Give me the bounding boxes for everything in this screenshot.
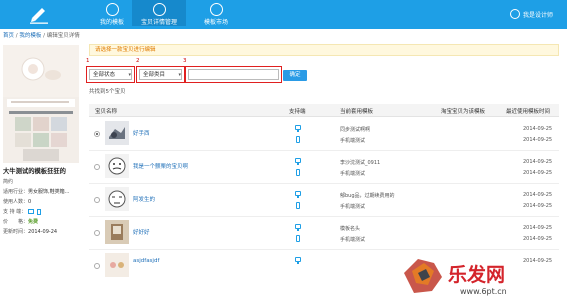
pc-template-name: 郁bug品，过期续费用的 xyxy=(340,193,395,199)
template-style: 简约 xyxy=(3,179,14,185)
chevron-down-icon: ▾ xyxy=(128,72,131,78)
price-free: 免费 xyxy=(28,219,39,225)
user-name: 我是设计师 xyxy=(522,11,553,19)
notice-bar: 请选择一款宝贝进行编辑 xyxy=(89,44,559,56)
status-select-value: 全部状态 xyxy=(89,69,132,80)
grid-icon xyxy=(105,3,119,16)
mobile-icon xyxy=(37,208,42,215)
annotation-number: 3 xyxy=(183,58,187,64)
column-header: 淘宝宝贝为该模板 xyxy=(441,109,486,115)
search-input-value[interactable] xyxy=(188,69,279,80)
row-radio[interactable] xyxy=(94,197,100,203)
mobile-icon xyxy=(296,136,300,143)
breadcrumb-current: 编辑宝贝详情 xyxy=(46,33,80,39)
user-menu[interactable]: 我是设计师 xyxy=(509,9,553,19)
column-header: 宝贝名称 xyxy=(95,109,118,115)
mobile-template-name: 手机端测试 xyxy=(340,171,366,177)
chevron-down-icon: ▾ xyxy=(178,72,181,78)
product-image xyxy=(105,154,129,178)
column-header: 当前套用模板 xyxy=(340,109,374,115)
confirm-button[interactable]: 确定 xyxy=(283,70,307,81)
last-used-date: 2014-09-25 xyxy=(523,192,553,198)
result-count: 共找到5个宝贝 xyxy=(89,89,126,95)
watermark-url: www.6pt.cn xyxy=(460,287,507,296)
row-radio[interactable] xyxy=(94,131,100,137)
nav-item-detail-management[interactable]: 宝贝详情管理 xyxy=(132,0,186,26)
nav-label: 宝贝详情管理 xyxy=(140,19,177,26)
breadcrumb-home[interactable]: 首页 xyxy=(3,33,14,39)
nav-label: 模板市场 xyxy=(203,19,228,26)
template-preview-image xyxy=(3,45,79,163)
last-used-date: 2014-09-25 xyxy=(523,159,553,165)
nav-label: 我的模板 xyxy=(99,19,124,26)
product-image xyxy=(105,253,129,277)
product-name-link[interactable]: 我是一个颤栗的宝贝啊 xyxy=(133,162,188,170)
list-icon xyxy=(152,3,166,16)
pc-template-name: 模板名头 xyxy=(340,226,361,232)
row-radio[interactable] xyxy=(94,164,100,170)
market-icon xyxy=(209,3,223,16)
mobile-icon xyxy=(296,235,300,242)
table-row[interactable]: 好好好 模板名头 手机端测试 2014-09-25 2014-09-25 xyxy=(89,217,559,250)
product-name-link[interactable]: 好好好 xyxy=(133,228,150,236)
table-row[interactable]: 好手西 同步测试啊啊 手机端测试 2014-09-25 2014-09-25 xyxy=(89,118,559,151)
watermark-logo: 乐发网 www.6pt.cn xyxy=(398,253,567,297)
template-industry: 适用行业：男女服饰,鞋类箱... xyxy=(3,189,70,195)
desktop-icon xyxy=(295,158,301,165)
breadcrumb-separator: / xyxy=(43,33,45,39)
template-user-count: 使用人数：0 xyxy=(3,199,32,205)
desktop-icon xyxy=(27,209,34,214)
product-name-link[interactable]: 阿发生的 xyxy=(133,195,155,203)
breadcrumb-separator: / xyxy=(15,33,18,39)
desktop-icon xyxy=(295,125,301,132)
last-used-date: 2014-09-25 xyxy=(523,126,553,132)
category-select[interactable]: 全部类目 ▾ xyxy=(136,66,185,83)
table-header: 宝贝名称 支持端 当前套用模板 淘宝宝贝为该模板 最近使用模板时间 xyxy=(89,104,559,117)
template-supported-devices: 支 持 端： xyxy=(3,208,42,215)
mobile-template-name: 手机端测试 xyxy=(340,237,366,243)
pc-template-name: 同步测试啊啊 xyxy=(340,127,371,133)
last-used-date: 2014-09-25 xyxy=(523,236,553,242)
breadcrumb: 首页 / 我的模板 / 编辑宝贝详情 xyxy=(3,31,80,39)
product-image xyxy=(105,220,129,244)
template-sidebar: 大牛测试的模板狂狂的 简约 适用行业：男女服饰,鞋类箱... 使用人数：0 支 … xyxy=(0,42,82,297)
template-price: 价 格：免费 xyxy=(3,219,39,225)
category-select-value: 全部类目 xyxy=(139,69,182,80)
pencil-logo-icon[interactable] xyxy=(28,4,50,24)
row-radio[interactable] xyxy=(94,230,100,236)
desktop-icon xyxy=(295,191,301,198)
template-updated: 更新时间：2014-09-24 xyxy=(3,229,58,235)
status-select[interactable]: 全部状态 ▾ xyxy=(86,66,135,83)
last-used-date: 2014-09-25 xyxy=(523,137,553,143)
annotation-number: 1 xyxy=(86,58,90,64)
row-radio[interactable] xyxy=(94,263,100,269)
annotation-number: 2 xyxy=(136,58,140,64)
mobile-icon xyxy=(296,202,300,209)
product-name-link[interactable]: asjdfasjdf xyxy=(133,258,159,264)
pc-template-name: 李沙沈测试_0911 xyxy=(340,160,381,166)
last-used-date: 2014-09-25 xyxy=(523,203,553,209)
table-row[interactable]: 我是一个颤栗的宝贝啊 李沙沈测试_0911 手机端测试 2014-09-25 2… xyxy=(89,151,559,184)
product-image xyxy=(105,121,129,145)
mobile-icon xyxy=(296,169,300,176)
column-header: 支持端 xyxy=(289,109,306,115)
mobile-template-name: 手机端测试 xyxy=(340,204,366,210)
nav-my-templates[interactable]: 我的模板 xyxy=(86,3,138,26)
column-header: 最近使用模板时间 xyxy=(506,109,551,115)
watermark-brand: 乐发网 xyxy=(448,263,505,286)
product-image xyxy=(105,187,129,211)
template-title: 大牛测试的模板狂狂的 xyxy=(3,168,66,175)
last-used-date: 2014-09-25 xyxy=(523,170,553,176)
search-input[interactable] xyxy=(185,66,282,83)
table-row[interactable]: 阿发生的 郁bug品，过期续费用的 手机端测试 2014-09-25 2014-… xyxy=(89,184,559,217)
desktop-icon xyxy=(295,224,301,231)
desktop-icon xyxy=(295,257,301,264)
top-navigation-bar: 我的模板 宝贝详情管理 模板市场 我是设计师 xyxy=(0,0,567,29)
nav-template-market[interactable]: 模板市场 xyxy=(190,3,242,26)
user-icon xyxy=(509,9,520,19)
breadcrumb-my-templates[interactable]: 我的模板 xyxy=(19,33,41,39)
mobile-template-name: 手机端测试 xyxy=(340,138,366,144)
last-used-date: 2014-09-25 xyxy=(523,225,553,231)
product-name-link[interactable]: 好手西 xyxy=(133,129,150,137)
